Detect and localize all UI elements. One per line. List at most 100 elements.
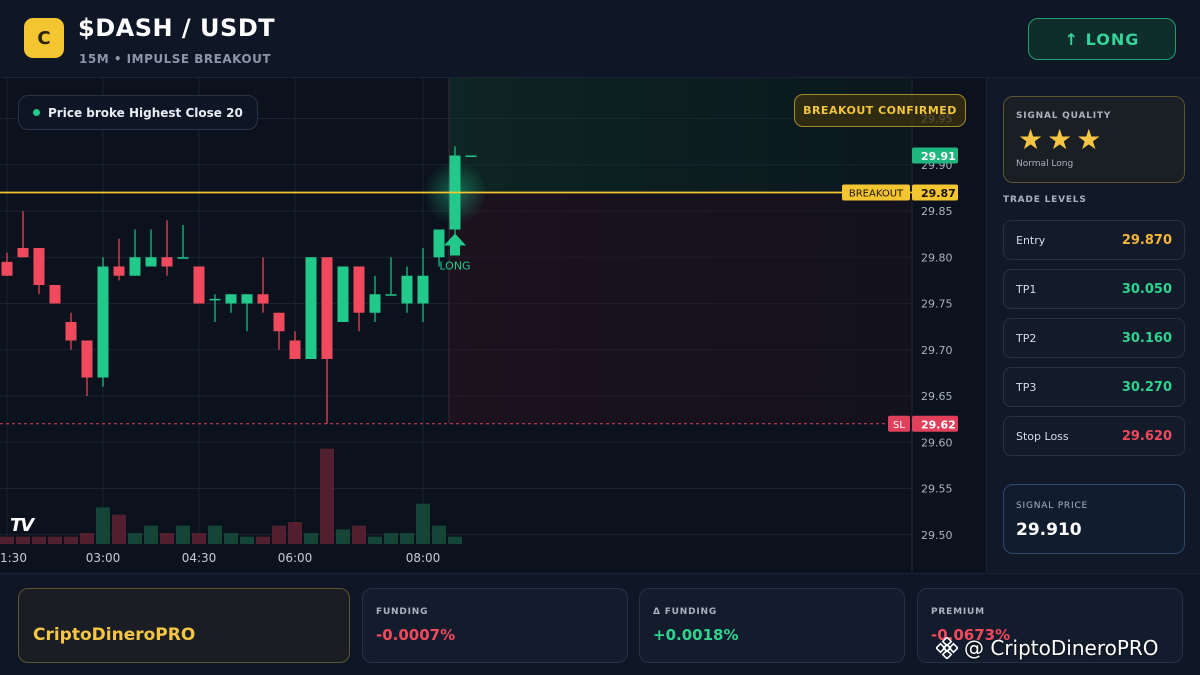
candle-body <box>33 248 45 285</box>
candle-body <box>17 248 29 258</box>
status-dot <box>33 109 40 116</box>
x-tick-label: 04:30 <box>182 551 217 565</box>
brand-card: CriptoDineroPRO <box>18 588 350 663</box>
signal-panel: SIGNAL QUALITY ★★★ Normal Long TRADE LEV… <box>986 78 1200 573</box>
volume-bar <box>160 533 174 544</box>
funding-label: FUNDING <box>376 607 429 617</box>
volume-bar <box>352 525 366 544</box>
trade-level-tp2: TP2 30.160 <box>1003 318 1185 358</box>
candle-body <box>49 285 61 304</box>
volume-bar <box>256 536 270 544</box>
volume-bar <box>32 536 46 544</box>
candle-body <box>177 257 189 259</box>
candle-body <box>113 266 125 276</box>
volume-bar <box>416 503 430 544</box>
volume-bar <box>64 536 78 544</box>
volume-bar <box>80 533 94 544</box>
trade-level-label: TP2 <box>1016 332 1037 345</box>
candle-body <box>465 155 477 157</box>
candle-body <box>129 257 141 276</box>
candle-body <box>97 266 109 378</box>
binance-icon <box>936 637 958 659</box>
volume-bar <box>128 533 142 544</box>
volume-bar <box>144 525 158 544</box>
trade-level-label: Entry <box>1016 234 1046 247</box>
volume-bar <box>336 529 350 544</box>
y-tick-label: 29.50 <box>921 529 953 542</box>
candlestick-chart-svg: LONG29.9529.9029.8529.8029.7529.7029.652… <box>0 78 958 573</box>
candle-body <box>273 312 285 332</box>
candle-body <box>337 266 349 322</box>
signal-quality-sub: Normal Long <box>1016 159 1074 169</box>
candle-body <box>353 266 365 313</box>
trade-level-tp1: TP1 30.050 <box>1003 269 1185 309</box>
candle-body <box>433 229 445 258</box>
volume-bar <box>16 536 30 544</box>
candle-body <box>369 294 381 313</box>
trade-level-label: TP3 <box>1016 381 1037 394</box>
long-marker-label: LONG <box>439 260 470 273</box>
trade-level-stop-loss: Stop Loss 29.620 <box>1003 416 1185 456</box>
trade-levels-title: TRADE LEVELS <box>1003 195 1087 205</box>
candle-body <box>241 294 253 304</box>
premium-label: PREMIUM <box>931 607 985 617</box>
header: C $DASH / USDT 15M • IMPULSE BREAKOUT ↑ … <box>0 0 1200 78</box>
breakout-tag-value: 29.87 <box>921 187 956 200</box>
volume-bar <box>400 533 414 544</box>
x-tick-label: 03:00 <box>86 551 121 565</box>
candle-body <box>65 322 77 341</box>
tradingview-logo[interactable]: TV <box>10 515 34 536</box>
candle-body <box>193 266 205 304</box>
candle-body <box>209 298 221 301</box>
y-tick-label: 29.70 <box>921 344 953 357</box>
breakout-label: BREAKOUT <box>849 189 904 200</box>
risk-zone <box>449 192 912 424</box>
coin-logo: C <box>24 18 64 58</box>
candle-body <box>257 294 269 304</box>
y-tick-label: 29.75 <box>921 298 953 311</box>
brand-name: CriptoDineroPRO <box>33 625 196 645</box>
delta-funding-label: Δ FUNDING <box>653 607 718 617</box>
candle-body <box>417 275 429 304</box>
signal-quality-title: SIGNAL QUALITY <box>1016 111 1112 121</box>
signal-quality-card: SIGNAL QUALITY ★★★ Normal Long <box>1003 96 1185 183</box>
volume-bar <box>192 533 206 544</box>
trade-level-entry: Entry 29.870 <box>1003 220 1185 260</box>
candle-body <box>161 257 173 267</box>
delta-funding-card: Δ FUNDING +0.0018% <box>639 588 905 663</box>
volume-bar <box>96 507 110 544</box>
candle-body <box>145 257 157 267</box>
sl-label: SL <box>893 420 905 431</box>
volume-bar <box>208 525 222 544</box>
trade-level-label: Stop Loss <box>1016 430 1069 443</box>
timeframe-subtitle: 15M • IMPULSE BREAKOUT <box>79 52 272 66</box>
y-tick-label: 29.60 <box>921 436 953 449</box>
trade-level-value: 29.870 <box>1121 233 1172 248</box>
price-chart[interactable]: LONG29.9529.9029.8529.8029.7529.7029.652… <box>0 78 986 573</box>
watermark-text: @ CriptoDineroPRO <box>964 636 1159 660</box>
current-price-tag-value: 29.91 <box>921 150 956 163</box>
trade-level-value: 29.620 <box>1121 429 1172 444</box>
candle-body <box>1 261 13 276</box>
x-tick-label: 08:00 <box>406 551 441 565</box>
x-tick-label: 1:30 <box>0 551 27 565</box>
signal-price-card: SIGNAL PRICE 29.910 <box>1003 484 1185 554</box>
long-signal-button[interactable]: ↑ LONG <box>1028 18 1176 60</box>
funding-card: FUNDING -0.0007% <box>362 588 628 663</box>
volume-bar <box>288 522 302 544</box>
pair-title: $DASH / USDT <box>78 14 276 42</box>
star-rating-icon: ★★★ <box>1018 123 1106 156</box>
signal-price-label: SIGNAL PRICE <box>1016 501 1089 511</box>
stop-loss-tag-value: 29.62 <box>921 418 956 431</box>
candle-body <box>289 340 301 359</box>
volume-bar <box>224 533 238 544</box>
volume-bar <box>368 536 382 544</box>
y-tick-label: 29.85 <box>921 205 953 218</box>
candle-body <box>321 257 333 359</box>
y-tick-label: 29.55 <box>921 483 953 496</box>
candle-body <box>305 257 317 359</box>
candle-body <box>225 294 237 304</box>
volume-bar <box>48 536 62 544</box>
volume-bar <box>272 525 286 544</box>
candle-body <box>401 275 413 304</box>
